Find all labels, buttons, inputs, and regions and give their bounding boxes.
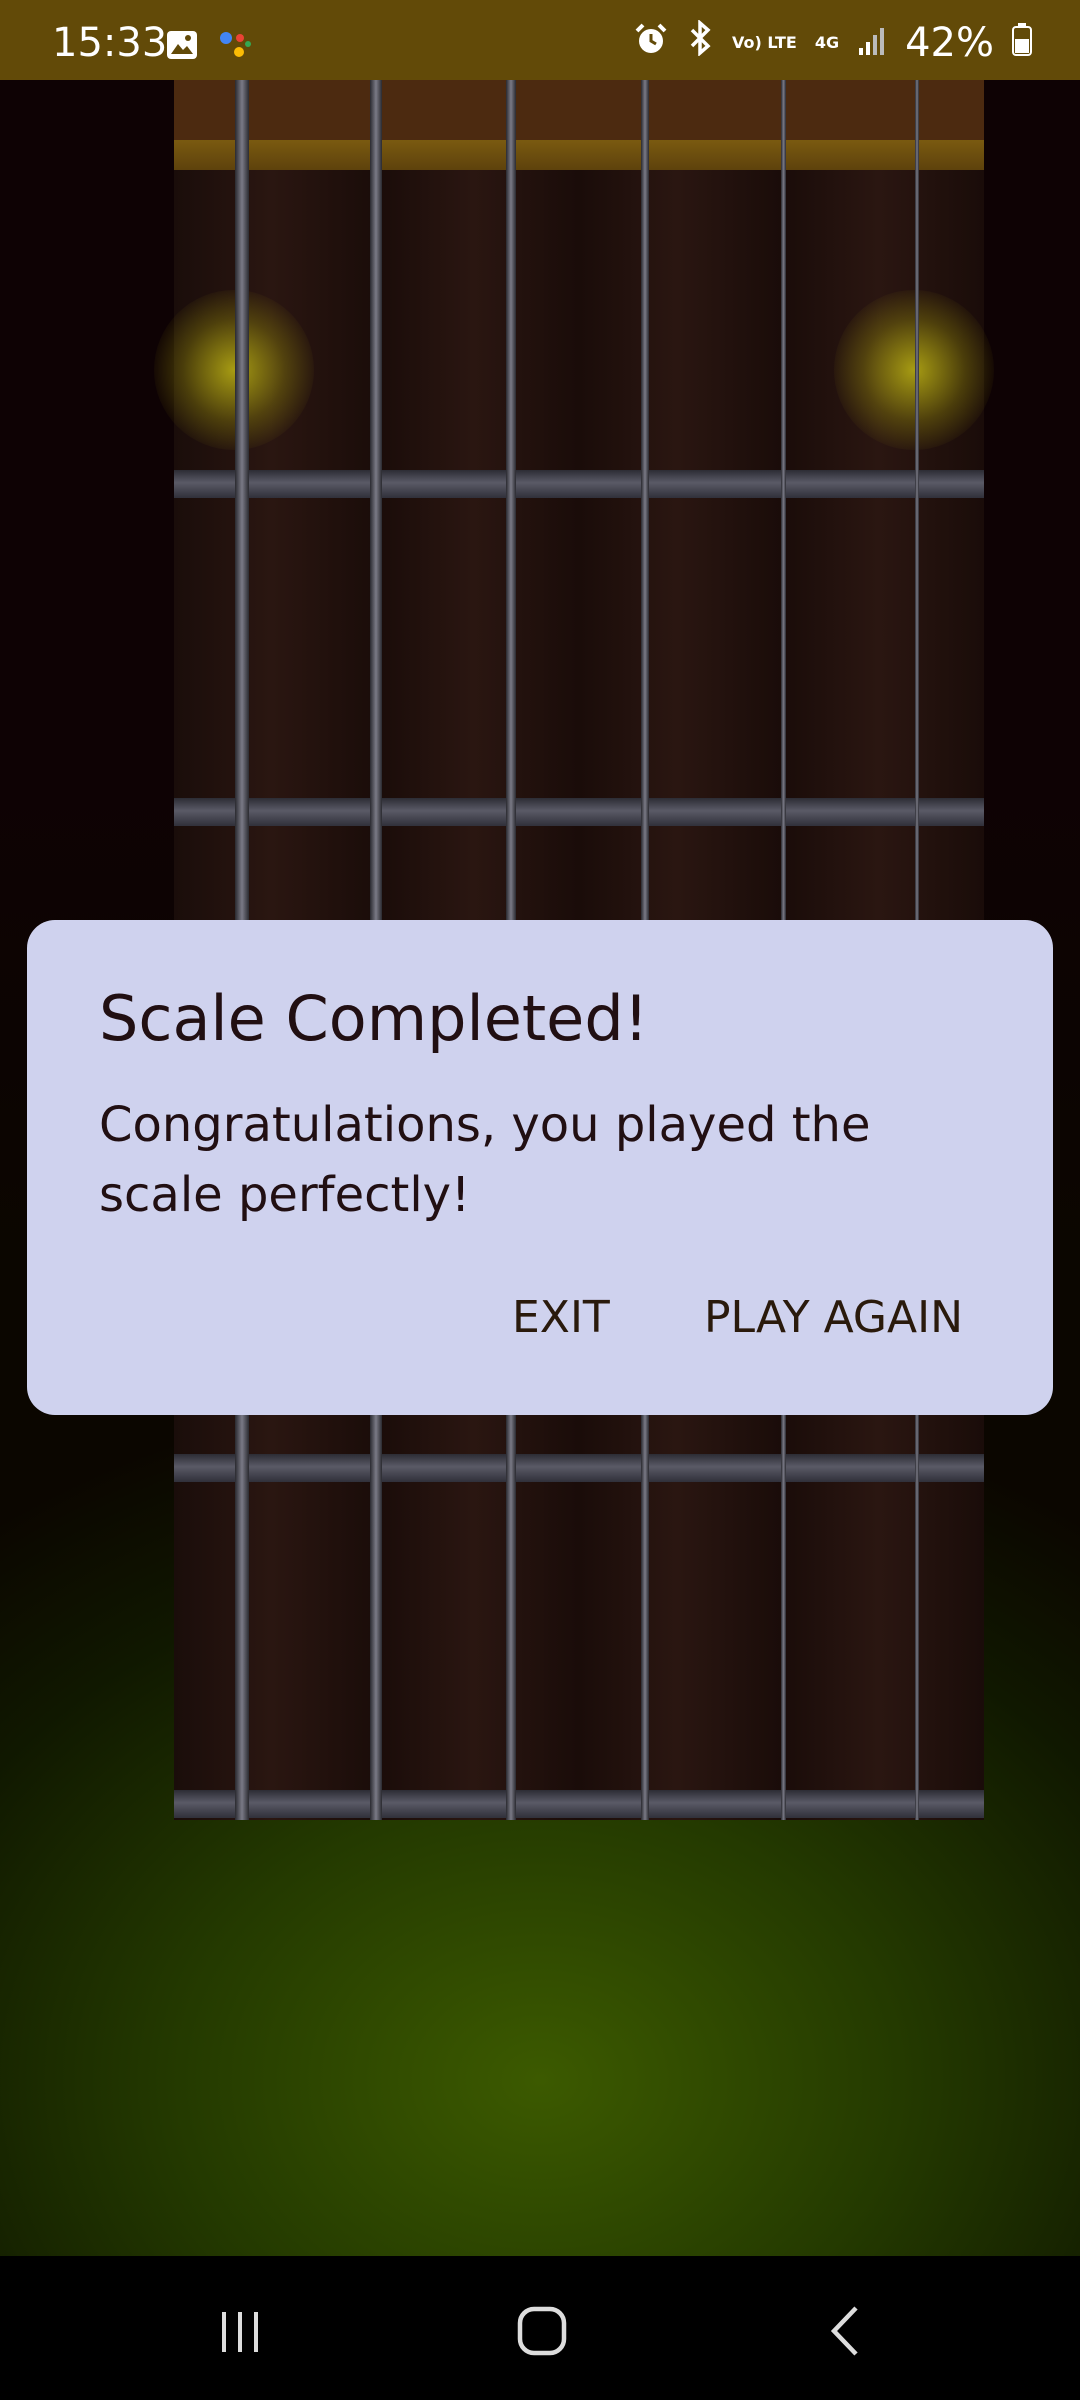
fret-2	[174, 798, 984, 826]
navigation-bar	[0, 2256, 1080, 2400]
bluetooth-icon	[686, 19, 714, 66]
recent-apps-icon[interactable]	[200, 2296, 280, 2366]
fret-4	[174, 1454, 984, 1482]
status-bar: 15:33 Vo) LTE 4G 42%	[0, 0, 1080, 80]
battery-icon	[1012, 20, 1032, 66]
4g-icon: 4G	[814, 33, 840, 52]
alarm-icon	[634, 20, 668, 66]
back-icon[interactable]	[806, 2296, 886, 2366]
assistant-icon	[218, 28, 254, 66]
status-system-icons: Vo) LTE 4G 42%	[634, 19, 1032, 66]
headstock-edge	[174, 80, 984, 140]
volte-icon: Vo) LTE	[732, 33, 797, 52]
play-again-button[interactable]: PLAY AGAIN	[704, 1292, 963, 1343]
status-notification-icons	[166, 28, 254, 66]
battery-percent: 42%	[905, 20, 994, 66]
exit-button[interactable]: EXIT	[512, 1292, 610, 1343]
status-time: 15:33	[52, 20, 168, 66]
highlighted-note-string-6	[834, 290, 994, 450]
fret-1	[174, 470, 984, 498]
scale-completed-dialog: Scale Completed! Congratulations, you pl…	[27, 920, 1053, 1415]
gallery-icon	[166, 30, 198, 64]
dialog-message: Congratulations, you played the scale pe…	[99, 1097, 871, 1223]
dialog-title: Scale Completed!	[99, 982, 649, 1055]
home-icon[interactable]	[502, 2296, 582, 2366]
fret-5	[174, 1790, 984, 1818]
guitar-nut	[174, 140, 984, 170]
signal-icon	[857, 20, 887, 66]
highlighted-note-string-1	[154, 290, 314, 450]
